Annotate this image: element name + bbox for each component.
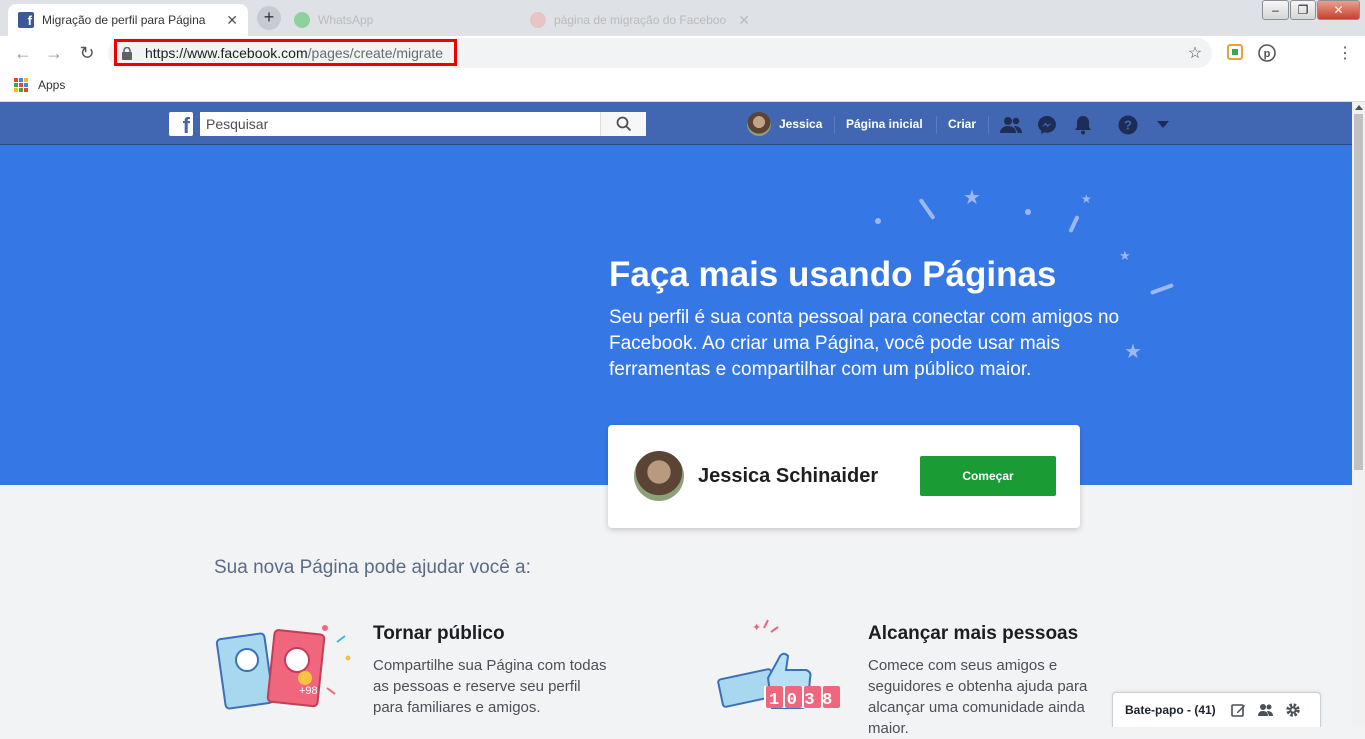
friend-requests-icon[interactable] xyxy=(1000,114,1022,136)
address-bar-url[interactable]: https://www.facebook.com/pages/create/mi… xyxy=(114,39,457,66)
divider xyxy=(936,116,937,134)
reload-icon[interactable]: ↻ xyxy=(76,42,98,64)
facebook-header: f Jessica Página inicial Criar ? xyxy=(0,102,1352,145)
benefit-title: Tornar público xyxy=(373,623,505,644)
create-link[interactable]: Criar xyxy=(948,114,976,134)
forward-arrow-icon[interactable]: → xyxy=(43,42,65,64)
messenger-icon[interactable] xyxy=(1036,114,1058,136)
account-menu-caret-icon[interactable] xyxy=(1152,114,1174,136)
browser-menu-icon[interactable]: ⋮ xyxy=(1335,44,1355,64)
whatsapp-favicon-icon xyxy=(294,12,310,28)
chat-settings-gear-icon[interactable] xyxy=(1284,701,1302,719)
badge-count: +98 xyxy=(299,685,318,697)
help-icon[interactable]: ? xyxy=(1117,114,1139,136)
tab-close-icon[interactable]: ✕ xyxy=(738,12,750,29)
maximize-button[interactable]: ❐ xyxy=(1290,0,1316,20)
close-window-button[interactable]: ✕ xyxy=(1317,0,1360,20)
star-decoration-icon: ★ xyxy=(1119,248,1131,263)
tab-active[interactable]: f Migração de perfil para Página ✕ xyxy=(8,4,248,36)
scroll-up-icon[interactable] xyxy=(1355,105,1363,110)
reach-illustration: ✦ 1038 xyxy=(716,618,841,727)
benefit-text: Comece com seus amigos e seguidores e ob… xyxy=(868,657,1088,737)
benefit-title: Alcançar mais pessoas xyxy=(868,623,1079,644)
browser-tab-strip: f Migração de perfil para Página ✕ + Wha… xyxy=(0,0,1365,36)
home-link[interactable]: Página inicial xyxy=(846,114,923,134)
star-decoration-icon: ★ xyxy=(1081,192,1092,206)
benefit-reach: Alcançar mais pessoas Comece com seus am… xyxy=(868,623,1108,739)
profile-name: Jessica Schinaider xyxy=(698,465,879,487)
search-input[interactable] xyxy=(200,112,600,136)
public-illustration: +98 xyxy=(215,622,355,727)
tab-whatsapp[interactable]: WhatsApp xyxy=(284,4,516,36)
confetti-decoration xyxy=(918,198,936,220)
chat-bar[interactable]: Bate-papo - (41) xyxy=(1112,692,1321,727)
notifications-bell-icon[interactable] xyxy=(1072,114,1094,136)
divider xyxy=(834,116,835,134)
back-arrow-icon[interactable]: ← xyxy=(12,42,34,64)
apps-grid-icon xyxy=(14,78,28,92)
tab-title: Migração de perfil para Página xyxy=(42,13,206,27)
tab-close-icon[interactable]: ✕ xyxy=(226,12,238,29)
google-favicon-icon xyxy=(530,12,546,28)
svg-text:✦: ✦ xyxy=(752,622,761,634)
tab-title: WhatsApp xyxy=(318,13,374,27)
apps-label: Apps xyxy=(38,78,66,92)
facebook-favicon-icon: f xyxy=(18,12,34,28)
user-avatar[interactable] xyxy=(747,112,771,136)
pinterest-icon[interactable]: p xyxy=(1257,44,1277,64)
confetti-decoration xyxy=(1068,214,1080,234)
url-domain: https://www.facebook.com xyxy=(145,44,308,61)
benefits-heading: Sua nova Página pode ajudar você a: xyxy=(214,557,531,578)
new-message-icon[interactable] xyxy=(1230,701,1248,719)
profile-link[interactable]: Jessica xyxy=(779,114,822,134)
url-path: /pages/create/migrate xyxy=(307,44,444,61)
page-scrollbar[interactable] xyxy=(1352,102,1365,727)
hero-title: Faça mais usando Páginas xyxy=(609,255,1057,294)
counter-digits: 1038 xyxy=(769,691,840,710)
chat-label: Bate-papo - (41) xyxy=(1125,703,1216,717)
dot-decoration xyxy=(875,218,881,224)
tab-title: página de migração do Faceboo xyxy=(554,13,727,27)
dot-decoration xyxy=(1025,209,1031,215)
scrollbar-thumb[interactable] xyxy=(1354,114,1363,470)
svg-text:p: p xyxy=(1264,48,1271,60)
benefit-public: Tornar público Compartilhe sua Página co… xyxy=(373,623,613,718)
new-tab-button[interactable]: + xyxy=(257,6,281,30)
minimize-button[interactable]: – xyxy=(1262,0,1289,20)
bookmark-star-icon[interactable]: ☆ xyxy=(1185,44,1205,64)
bookmarks-bar: Apps xyxy=(0,70,1365,102)
start-button[interactable]: Começar xyxy=(920,456,1056,496)
lock-icon xyxy=(121,46,133,60)
svg-text:?: ? xyxy=(1124,118,1132,133)
benefit-text: Compartilhe sua Página com todas as pess… xyxy=(373,657,607,716)
profile-avatar xyxy=(634,451,684,501)
divider xyxy=(988,116,989,134)
confetti-decoration xyxy=(1150,283,1174,295)
star-decoration-icon: ★ xyxy=(963,187,981,209)
search-icon xyxy=(616,116,631,132)
profile-card: Jessica Schinaider Começar xyxy=(608,425,1080,528)
facebook-logo-icon[interactable]: f xyxy=(169,112,193,136)
search-box xyxy=(200,112,646,136)
tab-search[interactable]: página de migração do Faceboo ✕ xyxy=(520,4,760,36)
create-group-icon[interactable] xyxy=(1257,701,1275,719)
search-button[interactable] xyxy=(600,112,646,136)
extension-icon[interactable] xyxy=(1225,44,1245,64)
apps-bookmark[interactable]: Apps xyxy=(14,78,65,92)
hero-description: Seu perfil é sua conta pessoal para cone… xyxy=(609,307,1120,380)
